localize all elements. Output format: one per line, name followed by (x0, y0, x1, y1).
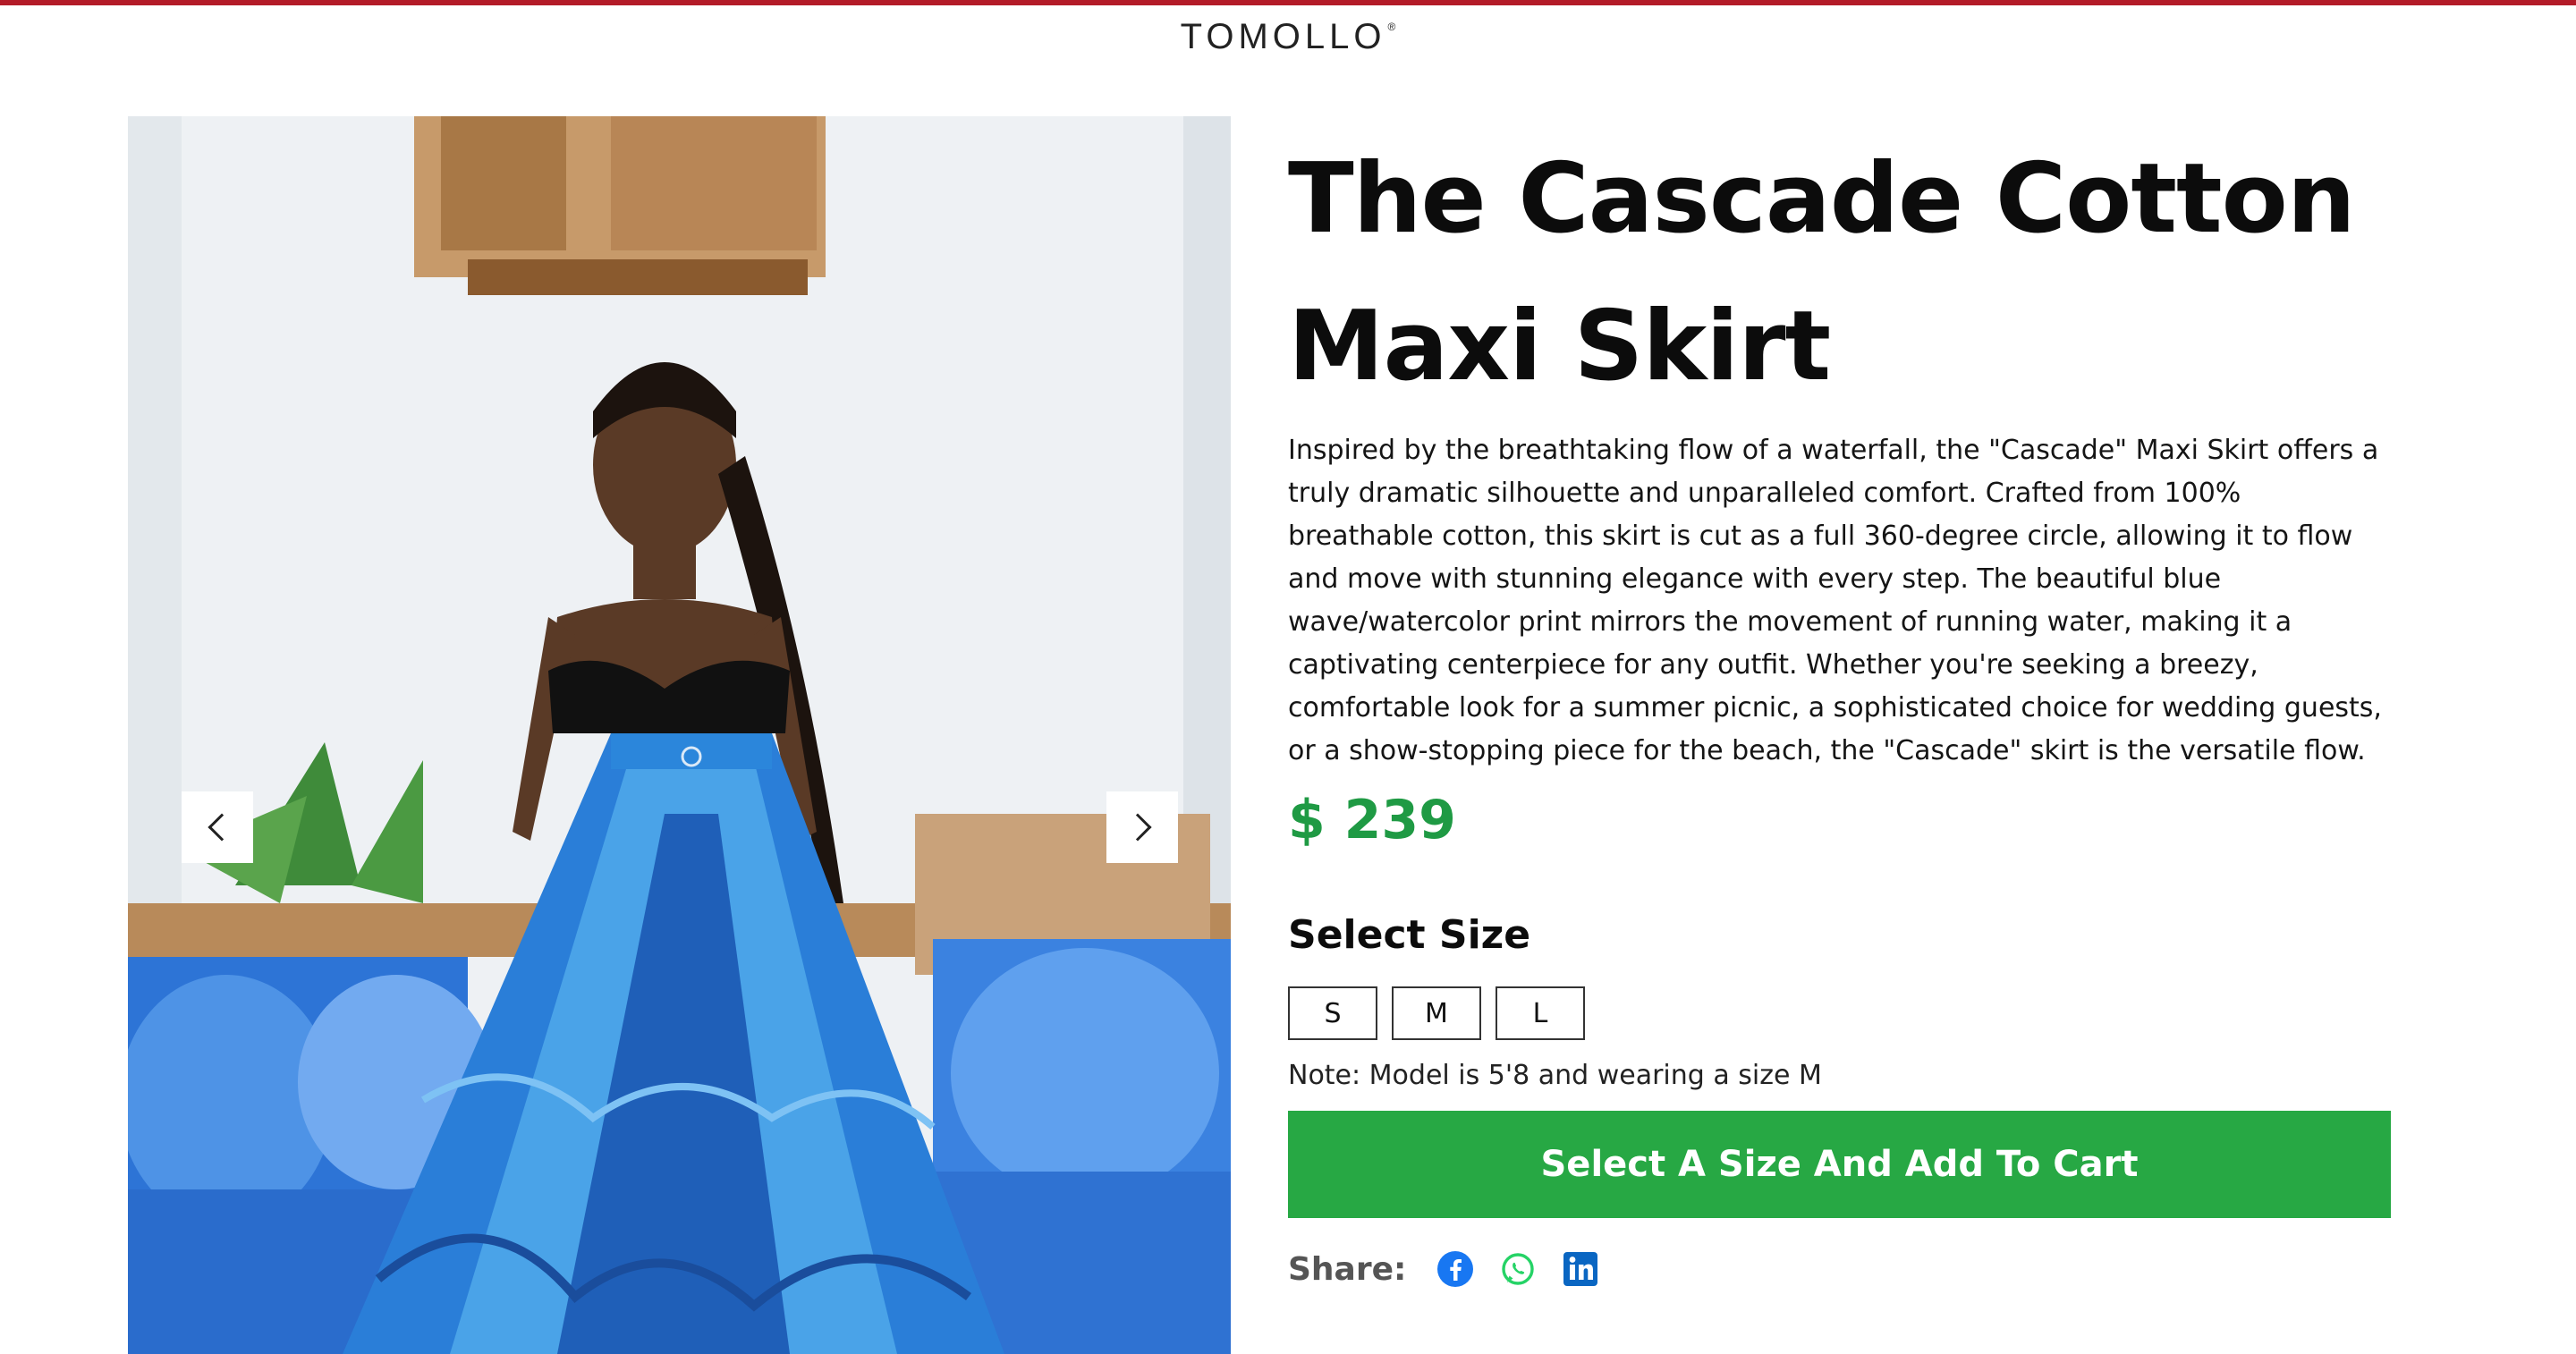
size-option-m[interactable]: M (1392, 986, 1481, 1040)
model-size-note: Note: Model is 5'8 and wearing a size M (1288, 1060, 1822, 1091)
product-image-gallery (128, 116, 1231, 1354)
size-selector: S M L (1288, 986, 2393, 1040)
size-option-s[interactable]: S (1288, 986, 1377, 1040)
site-header: TOMOLLO ® (0, 5, 2576, 68)
logo-text: TOMOLLO (1180, 16, 1386, 56)
linkedin-icon[interactable] (1562, 1250, 1599, 1288)
whatsapp-icon[interactable] (1499, 1250, 1537, 1288)
product-description: Inspired by the breathtaking flow of a w… (1288, 435, 2382, 766)
share-row: Share: (1288, 1250, 2393, 1288)
gallery-prev-button[interactable] (182, 791, 253, 863)
size-heading: Select Size (1288, 912, 1531, 958)
product-details: The Cascade Cotton Maxi Skirt Inspired b… (1288, 125, 2393, 1288)
product-price: $ 239 (1288, 789, 1456, 851)
site-logo[interactable]: TOMOLLO ® (1181, 17, 1396, 57)
share-label: Share: (1288, 1250, 1407, 1288)
product-photo (128, 116, 1231, 1354)
chevron-left-icon (208, 813, 236, 842)
size-option-l[interactable]: L (1496, 986, 1585, 1040)
add-to-cart-button[interactable]: Select A Size And Add To Cart (1288, 1111, 2391, 1218)
registered-mark: ® (1387, 20, 1396, 33)
facebook-icon[interactable] (1436, 1250, 1474, 1288)
chevron-right-icon (1123, 813, 1152, 842)
product-title: The Cascade Cotton Maxi Skirt (1288, 143, 2356, 402)
gallery-next-button[interactable] (1106, 791, 1178, 863)
